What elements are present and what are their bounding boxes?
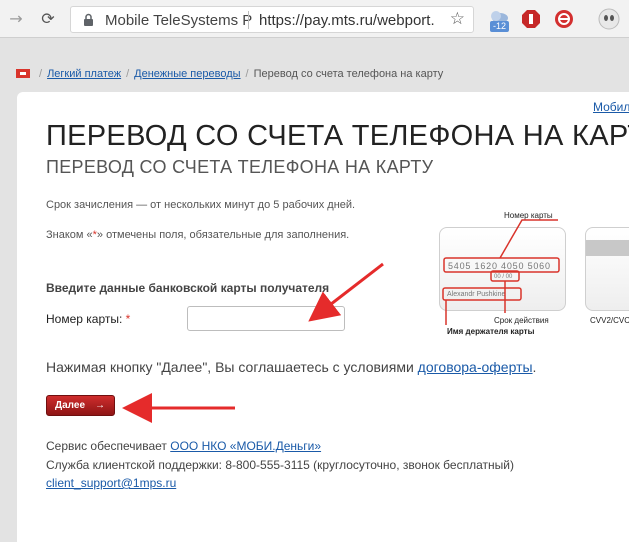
arrow-to-card-input xyxy=(308,262,384,322)
annotation-arrows xyxy=(122,262,384,423)
